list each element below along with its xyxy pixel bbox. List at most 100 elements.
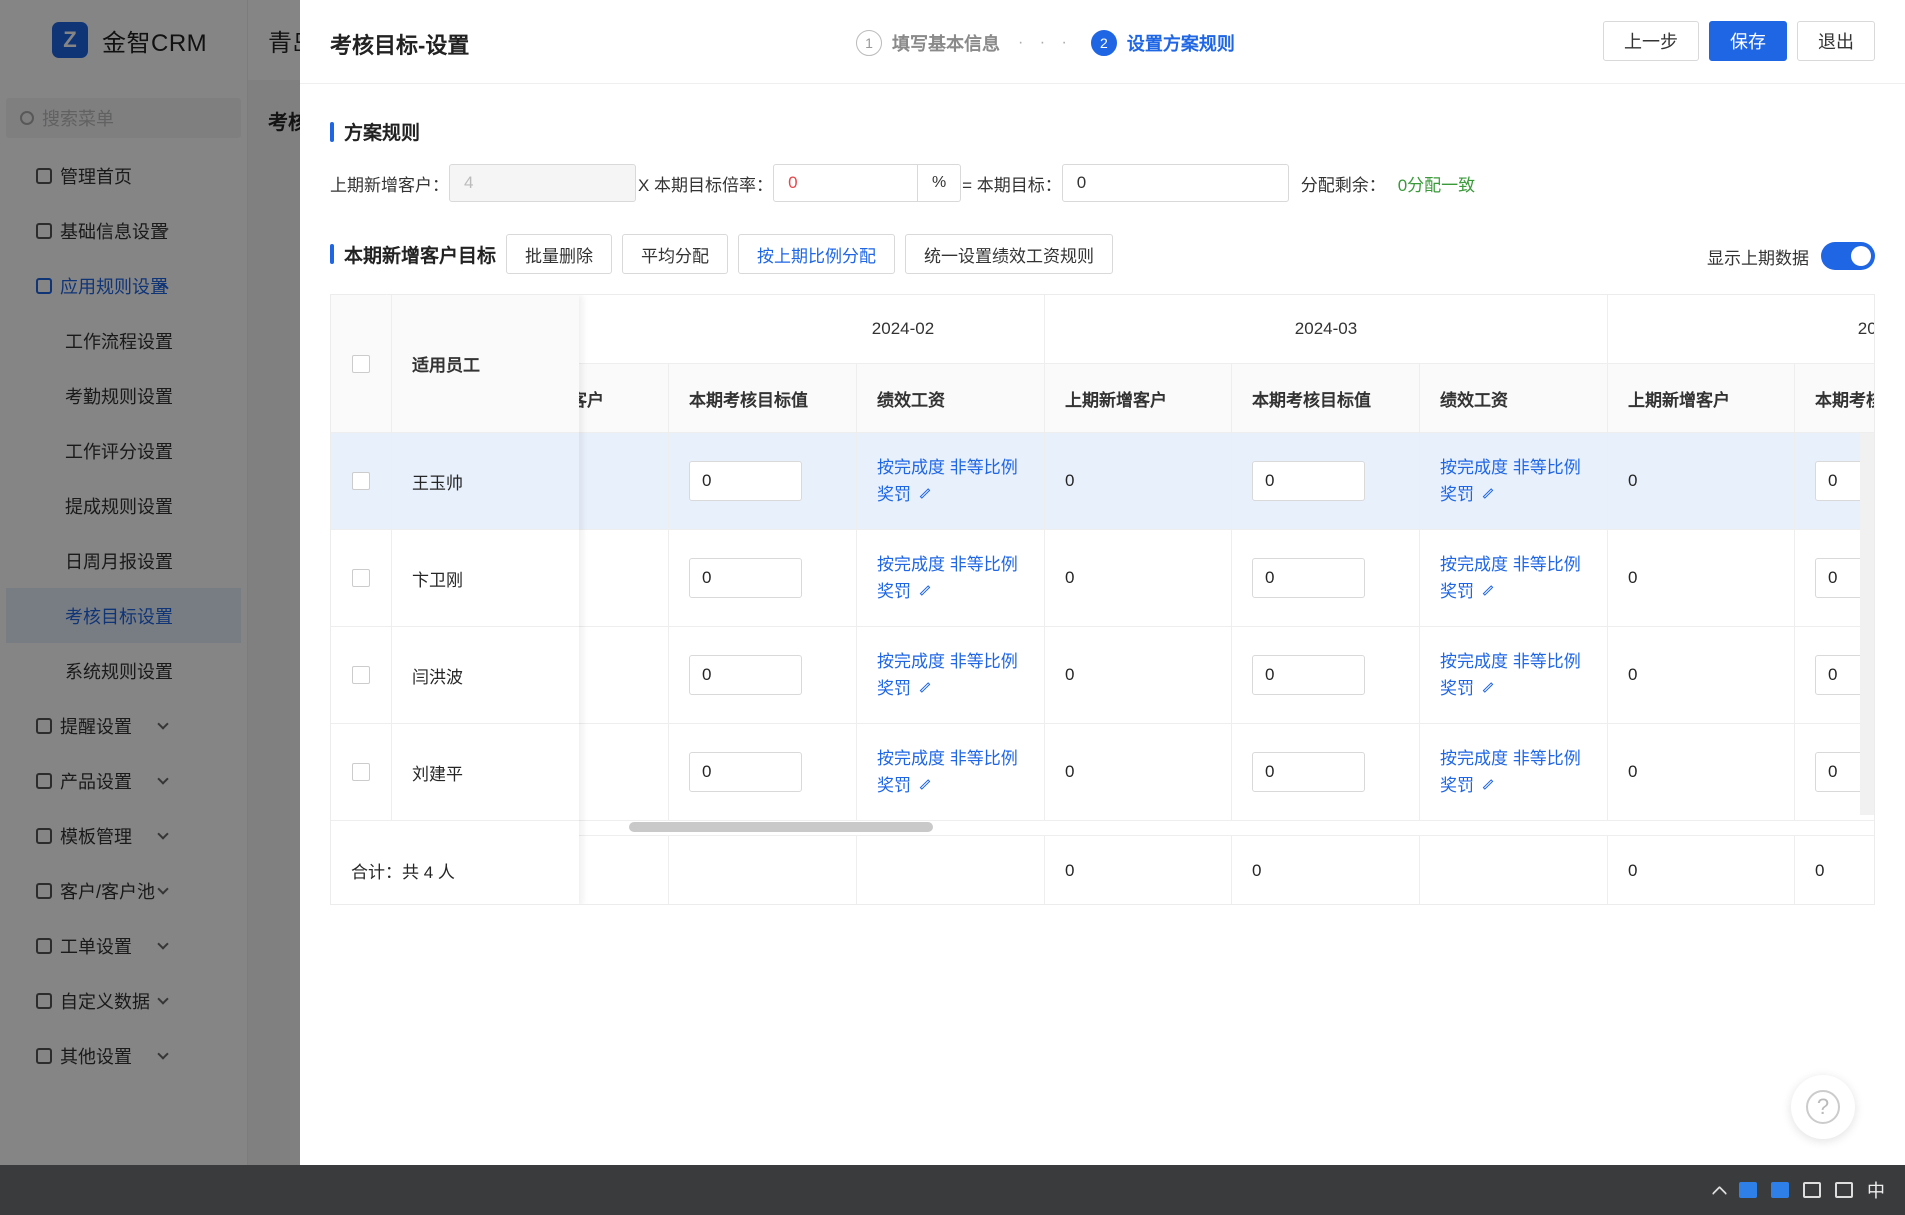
edit-icon[interactable]	[1482, 779, 1494, 790]
drawer-title: 考核目标-设置	[330, 33, 470, 58]
network-icon[interactable]	[1803, 1182, 1821, 1198]
summary-count: 共 4 人	[402, 862, 455, 882]
edit-icon[interactable]	[1482, 488, 1494, 499]
step-1: 1 填写基本信息	[856, 30, 1000, 56]
target-value-input[interactable]: 0	[1252, 461, 1365, 501]
row-select-cell	[331, 627, 392, 724]
prev-customers-cell: 0	[1045, 530, 1232, 627]
salary-rule-link[interactable]: 按完成度 非等比例奖罚	[1440, 551, 1593, 605]
row-select-cell	[331, 530, 392, 627]
save-button[interactable]: 保存	[1709, 21, 1787, 61]
salary-rule-text: 按完成度 非等比例奖罚	[1440, 652, 1581, 698]
edit-icon[interactable]	[919, 585, 931, 596]
summary-cell	[579, 835, 669, 904]
help-button[interactable]: ?	[1791, 1075, 1855, 1139]
prev-customers-cell: 0	[1045, 724, 1232, 821]
target-table: 适用员工 王玉帅 卞卫刚 闫洪波 刘建平 合计： 共 4 人 2024-02 2024…	[330, 294, 1875, 905]
header-actions: 上一步 保存 退出	[1603, 21, 1875, 61]
step-2-label: 设置方案规则	[1126, 34, 1235, 54]
step-2-number: 2	[1090, 30, 1117, 56]
target-input[interactable]: 0	[1061, 164, 1289, 202]
salary-rule-link[interactable]: 按完成度 非等比例奖罚	[877, 745, 1030, 799]
employee-name: 王玉帅	[392, 433, 579, 530]
target-value-input[interactable]: 0	[689, 558, 802, 598]
ime-indicator[interactable]: 中	[1867, 1177, 1885, 1203]
salary-cell: 按完成度 非等比例奖罚	[1420, 433, 1608, 530]
row-checkbox[interactable]	[352, 763, 370, 781]
prev-customers-cell: 0	[1045, 433, 1232, 530]
salary-cell: 按完成度 非等比例奖罚	[857, 530, 1045, 627]
summary-label: 合计：	[351, 862, 402, 882]
select-all-checkbox[interactable]	[352, 354, 370, 373]
employee-name: 卞卫刚	[392, 530, 579, 627]
salary-rule-text: 按完成度 非等比例奖罚	[877, 749, 1018, 795]
salary-rule-text: 按完成度 非等比例奖罚	[1440, 555, 1581, 601]
target-value-input[interactable]: 0	[1252, 655, 1365, 695]
salary-rule-link[interactable]: 按完成度 非等比例奖罚	[1440, 745, 1593, 799]
row-select-cell	[331, 724, 392, 821]
edit-icon[interactable]	[919, 682, 931, 693]
prev-customers-cell: 0	[579, 724, 669, 821]
remain-label: 分配剩余：	[1300, 175, 1386, 195]
ratio-allocate-button[interactable]: 按上期比例分配	[738, 234, 896, 274]
batch-delete-button[interactable]: 批量删除	[506, 234, 613, 274]
target-value-input[interactable]: 0	[689, 655, 802, 695]
salary-cell: 按完成度 非等比例奖罚	[857, 627, 1045, 724]
salary-rule-text: 按完成度 非等比例奖罚	[1440, 458, 1581, 504]
row-checkbox[interactable]	[352, 472, 370, 490]
target-value-input[interactable]: 0	[1252, 558, 1365, 598]
edit-icon[interactable]	[1482, 682, 1494, 693]
step-2: 2 设置方案规则	[1090, 30, 1235, 56]
row-checkbox[interactable]	[352, 666, 370, 684]
row-checkbox[interactable]	[352, 569, 370, 587]
horizontal-scrollbar[interactable]	[629, 822, 933, 832]
os-taskbar: 中	[0, 1165, 1905, 1215]
remain-value: 0分配一致	[1397, 175, 1476, 195]
step-1-number: 1	[856, 30, 882, 56]
system-tray: 中	[1711, 1165, 1885, 1215]
security-tray-icon[interactable]	[1771, 1182, 1789, 1198]
salary-rule-link[interactable]: 按完成度 非等比例奖罚	[1440, 454, 1593, 508]
summary-cell	[669, 835, 857, 904]
month-header-2024-03: 2024-03	[1045, 295, 1608, 364]
unified-salary-rule-button[interactable]: 统一设置绩效工资规则	[905, 234, 1114, 274]
salary-cell: 按完成度 非等比例奖罚	[1420, 530, 1608, 627]
chevron-up-icon[interactable]	[1711, 1185, 1728, 1201]
salary-rule-text: 按完成度 非等比例奖罚	[1440, 749, 1581, 795]
target-value-input[interactable]: 0	[689, 752, 802, 792]
salary-rule-link[interactable]: 按完成度 非等比例奖罚	[877, 454, 1030, 508]
salary-rule-link[interactable]: 按完成度 非等比例奖罚	[877, 648, 1030, 702]
rules-section-title-text: 方案规则	[344, 123, 421, 144]
edit-icon[interactable]	[919, 488, 931, 499]
drawer-header: 考核目标-设置 1 填写基本信息 · · · 2 设置方案规则 上一步 保存 退…	[300, 0, 1905, 84]
target-cell: 0	[1232, 627, 1420, 724]
exit-button[interactable]: 退出	[1797, 21, 1875, 61]
target-cell: 0	[669, 724, 857, 821]
app-tray-icon[interactable]	[1739, 1182, 1757, 1198]
salary-rule-text: 按完成度 非等比例奖罚	[877, 555, 1018, 601]
target-value-input[interactable]: 0	[1252, 752, 1365, 792]
salary-rule-link[interactable]: 按完成度 非等比例奖罚	[877, 551, 1030, 605]
fixed-columns: 适用员工 王玉帅 卞卫刚 闫洪波 刘建平 合计： 共 4 人	[331, 295, 579, 904]
step-divider: · · ·	[1018, 34, 1073, 51]
vertical-scrollbar[interactable]	[1860, 433, 1874, 815]
edit-icon[interactable]	[1482, 585, 1494, 596]
target-value-input[interactable]: 0	[689, 461, 802, 501]
sub-header: 上期新增客户	[579, 364, 669, 433]
show-prev-data-label: 显示上期数据	[1707, 248, 1809, 268]
rate-input[interactable]: 0	[773, 164, 919, 202]
salary-rule-text: 按完成度 非等比例奖罚	[877, 458, 1018, 504]
prev-customers-cell: 0	[1608, 530, 1795, 627]
target-cell: 0	[669, 433, 857, 530]
edit-icon[interactable]	[919, 779, 931, 790]
prev-customers-cell: 0	[1608, 627, 1795, 724]
salary-rule-link[interactable]: 按完成度 非等比例奖罚	[1440, 648, 1593, 702]
show-prev-data-toggle[interactable]	[1821, 242, 1875, 270]
volume-icon[interactable]	[1835, 1182, 1853, 1198]
question-icon: ?	[1806, 1090, 1840, 1124]
rate-label: X 本期目标倍率：	[638, 175, 774, 195]
average-allocate-button[interactable]: 平均分配	[622, 234, 729, 274]
table-section-title-text: 本期新增客户目标	[344, 245, 497, 267]
prev-step-button[interactable]: 上一步	[1603, 21, 1699, 61]
employee-name: 闫洪波	[392, 627, 579, 724]
